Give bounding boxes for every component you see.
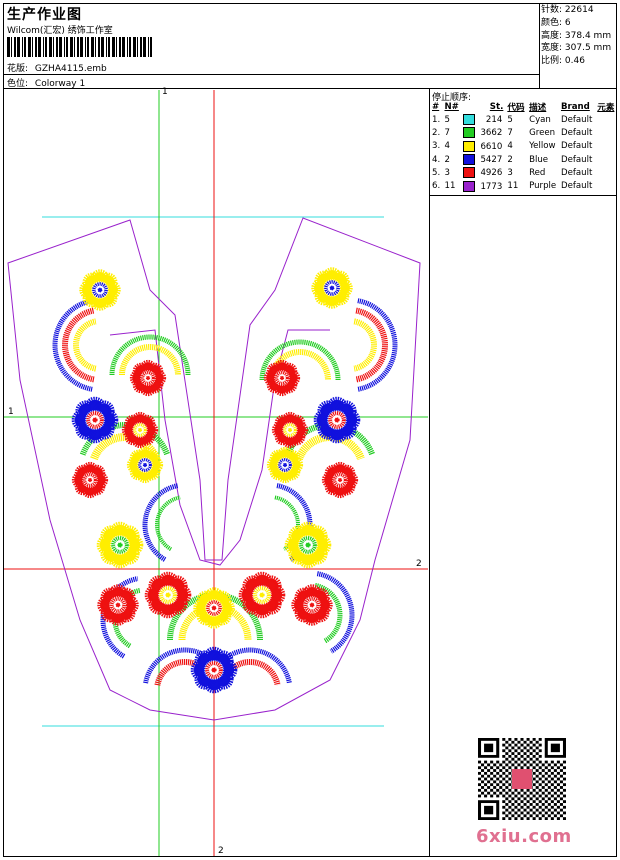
embroidery-canvas [4, 90, 428, 856]
guide-label-h2: 2 [416, 559, 422, 569]
guide-label-v1: 1 [162, 87, 168, 97]
embroidery-motifs [52, 267, 398, 694]
guide-label-v2: 2 [218, 846, 224, 856]
watermark-logo: 6xiu.com [476, 826, 572, 847]
guide-label-h1: 1 [8, 407, 14, 417]
qr-code [478, 738, 566, 820]
